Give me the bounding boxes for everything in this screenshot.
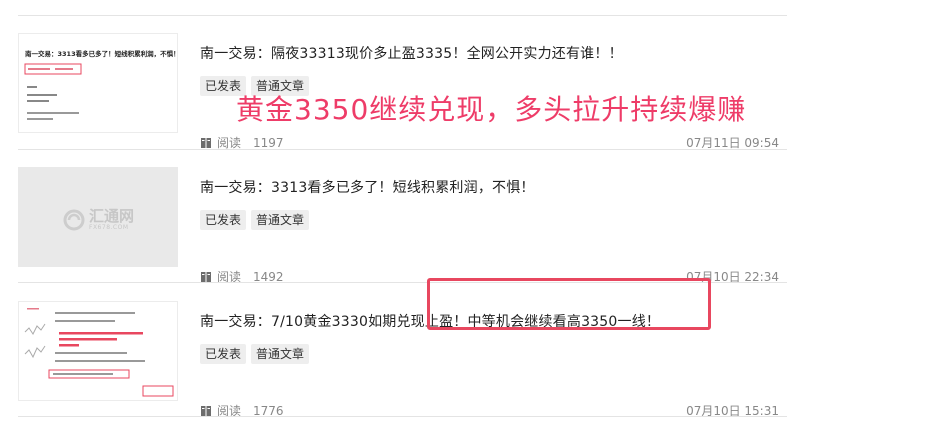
article-thumbnail[interactable]: [18, 301, 178, 401]
book-icon: [201, 137, 211, 148]
tag-published: 已发表: [200, 210, 247, 230]
logo-url: FX678.COM: [89, 224, 129, 231]
article-tags: 已发表 普通文章: [200, 344, 310, 364]
article-thumbnail[interactable]: 南一交易：3313看多已多了！短线积累利润，不惧！: [18, 33, 178, 133]
book-icon: [201, 271, 211, 282]
tag-normal-article: 普通文章: [251, 344, 310, 364]
thumbnail-caption: 南一交易：3313看多已多了！短线积累利润，不惧！: [25, 49, 178, 58]
tag-published: 已发表: [200, 344, 247, 364]
article-tags: 已发表 普通文章: [200, 210, 310, 230]
read-count: 1197: [253, 135, 284, 150]
article-list: 南一交易：3313看多已多了！短线积累利润，不惧！ 南一交易：隔夜33313现价…: [18, 0, 787, 424]
article-thumbnail[interactable]: 汇通网 FX678.COM: [18, 167, 178, 267]
article-item-2[interactable]: 汇通网 FX678.COM 南一交易：3313看多已多了！短线积累利润，不惧！ …: [18, 149, 787, 284]
logo-name: 汇通网: [89, 207, 135, 225]
book-icon: [201, 405, 211, 416]
overlay-headline: 黄金3350继续兑现，多头拉升持续爆赚: [236, 93, 747, 126]
article-title[interactable]: 南一交易：隔夜33313现价多止盈3335！全网公开实力还有谁！！: [200, 43, 623, 63]
fx678-logo-icon: [63, 209, 85, 231]
article-title[interactable]: 南一交易：3313看多已多了！短线积累利润，不惧！: [200, 177, 535, 197]
thumbnail-logo: 汇通网 FX678.COM: [63, 206, 143, 234]
tag-normal-article: 普通文章: [251, 210, 310, 230]
divider: [18, 416, 787, 417]
title-highlight-box: [427, 278, 711, 330]
